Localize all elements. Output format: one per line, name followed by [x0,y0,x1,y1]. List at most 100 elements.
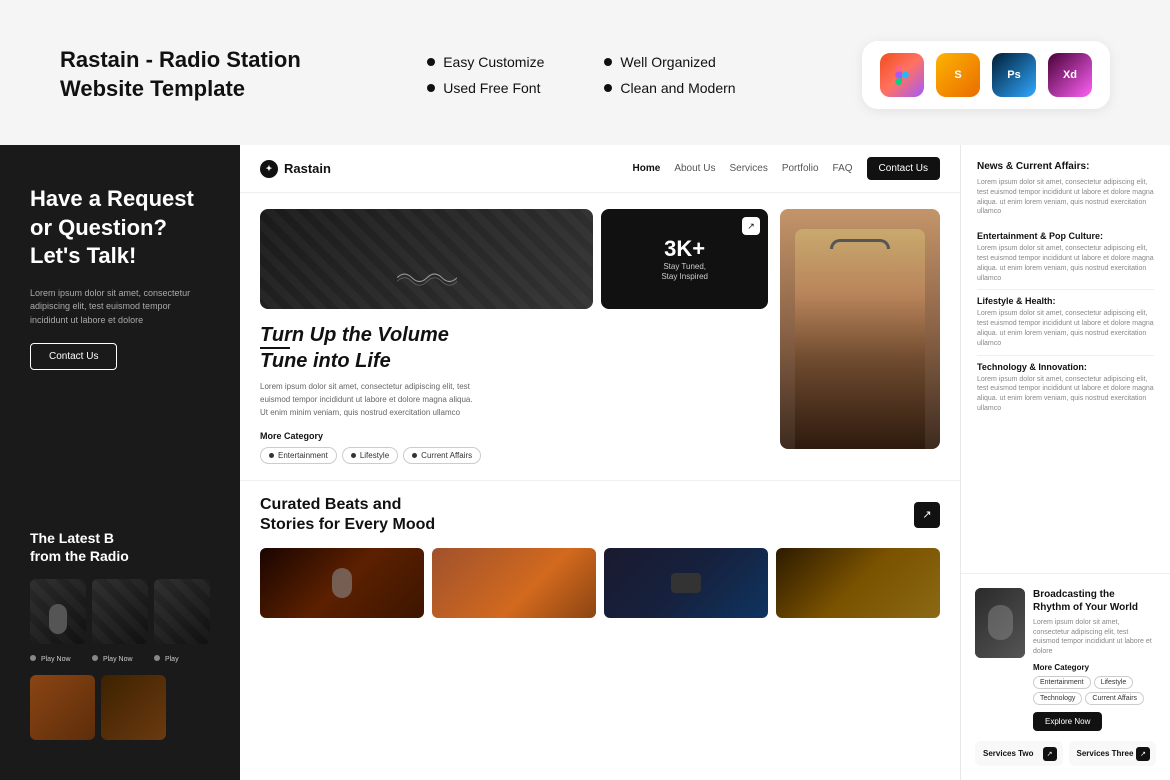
stat-arrow-icon: ↗ [742,217,760,235]
broadcast-tag-lifestyle[interactable]: Lifestyle [1094,676,1134,689]
hero-main-image [260,209,593,309]
features-col-2: Well Organized Clean and Modern [604,54,735,96]
features-col-1: Easy Customize Used Free Font [427,54,544,96]
thumbnail-row-1 [30,579,210,644]
tag-current-affairs[interactable]: Current Affairs [403,447,481,464]
feature-dot [427,84,435,92]
stat-number: 3K+ [664,236,705,262]
nav-link-home[interactable]: Home [633,163,661,174]
news-item-text: Lorem ipsum dolor sit amet, consectetur … [977,244,1154,283]
right-panel-top: News & Current Affairs: Lorem ipsum dolo… [961,145,1170,573]
feature-dot [604,84,612,92]
left-panel: Have a Request or Question? Let's Talk! … [0,145,240,780]
tools-badge: S Ps Xd [862,41,1110,109]
broadcast-title: Broadcasting the Rhythm of Your World [1033,588,1156,614]
right-panel: News & Current Affairs: Lorem ipsum dolo… [960,145,1170,780]
left-panel-top: Have a Request or Question? Let's Talk! … [30,185,210,370]
thumb-label-1: Play Now [30,655,86,663]
feature-well-organized: Well Organized [604,54,735,70]
request-heading: Have a Request or Question? Let's Talk! [30,185,210,271]
news-item-text: Lorem ipsum dolor sit amet, consectetur … [977,375,1154,414]
news-item-technology: Technology & Innovation: Lorem ipsum dol… [977,356,1154,420]
nav-link-portfolio[interactable]: Portfolio [782,163,819,174]
broadcast-tag-entertainment[interactable]: Entertainment [1033,676,1091,689]
curated-title: Curated Beats and Stories for Every Mood [260,495,435,533]
feature-dot [604,58,612,66]
broadcast-more-category: More Category [1033,663,1156,672]
category-tags: Entertainment Lifestyle Current Affairs [260,447,768,464]
hero-description: Lorem ipsum dolor sit amet, consectetur … [260,381,480,419]
sketch-icon: S [936,53,980,97]
hero-images-row: ↗ 3K+ Stay Tuned, Stay Inspired [260,209,768,309]
broadcast-text: Broadcasting the Rhythm of Your World Lo… [1033,588,1156,731]
right-bottom: Broadcasting the Rhythm of Your World Lo… [961,573,1170,780]
bottom-images-row [240,548,960,632]
hero-left: ↗ 3K+ Stay Tuned, Stay Inspired Turn Up … [260,209,768,464]
nav-link-about[interactable]: About Us [674,163,715,174]
bottom-img-4 [776,548,940,618]
request-description: Lorem ipsum dolor sit amet, consectetur … [30,287,210,328]
contact-button[interactable]: Contact Us [30,343,117,370]
news-item-entertainment: Entertainment & Pop Culture: Lorem ipsum… [977,225,1154,290]
hero-person-image [780,209,940,449]
broadcast-image [975,588,1025,658]
service-card-two[interactable]: Services Two ↗ [975,741,1063,766]
curated-arrow-button[interactable]: ↗ [914,502,940,528]
nav-logo: ✦ Rastain [260,160,331,178]
bottom-img-1 [260,548,424,618]
broadcast-tag-technology[interactable]: Technology [1033,692,1082,705]
bottom-img-3 [604,548,768,618]
nav-cta-button[interactable]: Contact Us [867,157,940,180]
news-section-title: News & Current Affairs: [977,161,1154,172]
thumb-5 [101,675,166,740]
main-content: Have a Request or Question? Let's Talk! … [0,145,1170,780]
figma-icon [880,53,924,97]
feature-easy-customize: Easy Customize [427,54,544,70]
nav-link-faq[interactable]: FAQ [833,163,853,174]
feature-dot [427,58,435,66]
broadcast-description: Lorem ipsum dolor sit amet, consectetur … [1033,618,1156,657]
news-item-title: Entertainment & Pop Culture: [977,231,1154,241]
nav-link-services[interactable]: Services [729,163,767,174]
title-block: Rastain - Radio Station Website Template [60,46,301,103]
features-list: Easy Customize Used Free Font Well Organ… [427,54,735,96]
page-title: Rastain - Radio Station Website Template [60,46,301,103]
thumb-3 [154,579,210,644]
news-item-lifestyle: Lifestyle & Health: Lorem ipsum dolor si… [977,290,1154,355]
curated-section: Curated Beats and Stories for Every Mood… [240,480,960,547]
latest-heading: The Latest B from the Radio [30,529,210,565]
bottom-img-2 [432,548,596,618]
left-panel-bottom: The Latest B from the Radio [30,529,210,740]
tag-entertainment[interactable]: Entertainment [260,447,337,464]
thumb-label-3: Play [154,655,210,663]
hero-headline: Turn Up the Volume Tune into Life [260,323,768,373]
broadcast-card: Broadcasting the Rhythm of Your World Lo… [975,588,1156,731]
news-first-text: Lorem ipsum dolor sit amet, consectetur … [977,178,1154,217]
stat-text: Stay Tuned, Stay Inspired [661,262,708,283]
photoshop-icon: Ps [992,53,1036,97]
xd-icon: Xd [1048,53,1092,97]
feature-clean-modern: Clean and Modern [604,80,735,96]
service-arrow-icon: ↗ [1136,747,1150,761]
broadcast-tag-current-affairs[interactable]: Current Affairs [1085,692,1144,705]
explore-button[interactable]: Explore Now [1033,712,1102,731]
feature-free-font: Used Free Font [427,80,544,96]
hero-stat-card: ↗ 3K+ Stay Tuned, Stay Inspired [601,209,768,309]
thumb-label-2: Play Now [92,655,148,663]
logo-icon: ✦ [260,160,278,178]
news-item-text: Lorem ipsum dolor sit amet, consectetur … [977,309,1154,348]
thumb-1 [30,579,86,644]
broadcast-tags: Entertainment Lifestyle Technology Curre… [1033,676,1156,705]
center-panel: ✦ Rastain Home About Us Services Portfol… [240,145,960,780]
thumb-4 [30,675,95,740]
more-category-label: More Category [260,431,768,441]
news-item-title: Technology & Innovation: [977,362,1154,372]
tag-lifestyle[interactable]: Lifestyle [342,447,398,464]
services-row: Services Two ↗ Services Three ↗ [975,741,1156,766]
news-section: News & Current Affairs: Lorem ipsum dolo… [977,161,1154,420]
thumb-2 [92,579,148,644]
mockup-nav: ✦ Rastain Home About Us Services Portfol… [240,145,960,193]
service-card-three[interactable]: Services Three ↗ [1069,741,1157,766]
wave-decoration [397,259,457,294]
nav-links: Home About Us Services Portfolio FAQ Con… [633,157,940,180]
